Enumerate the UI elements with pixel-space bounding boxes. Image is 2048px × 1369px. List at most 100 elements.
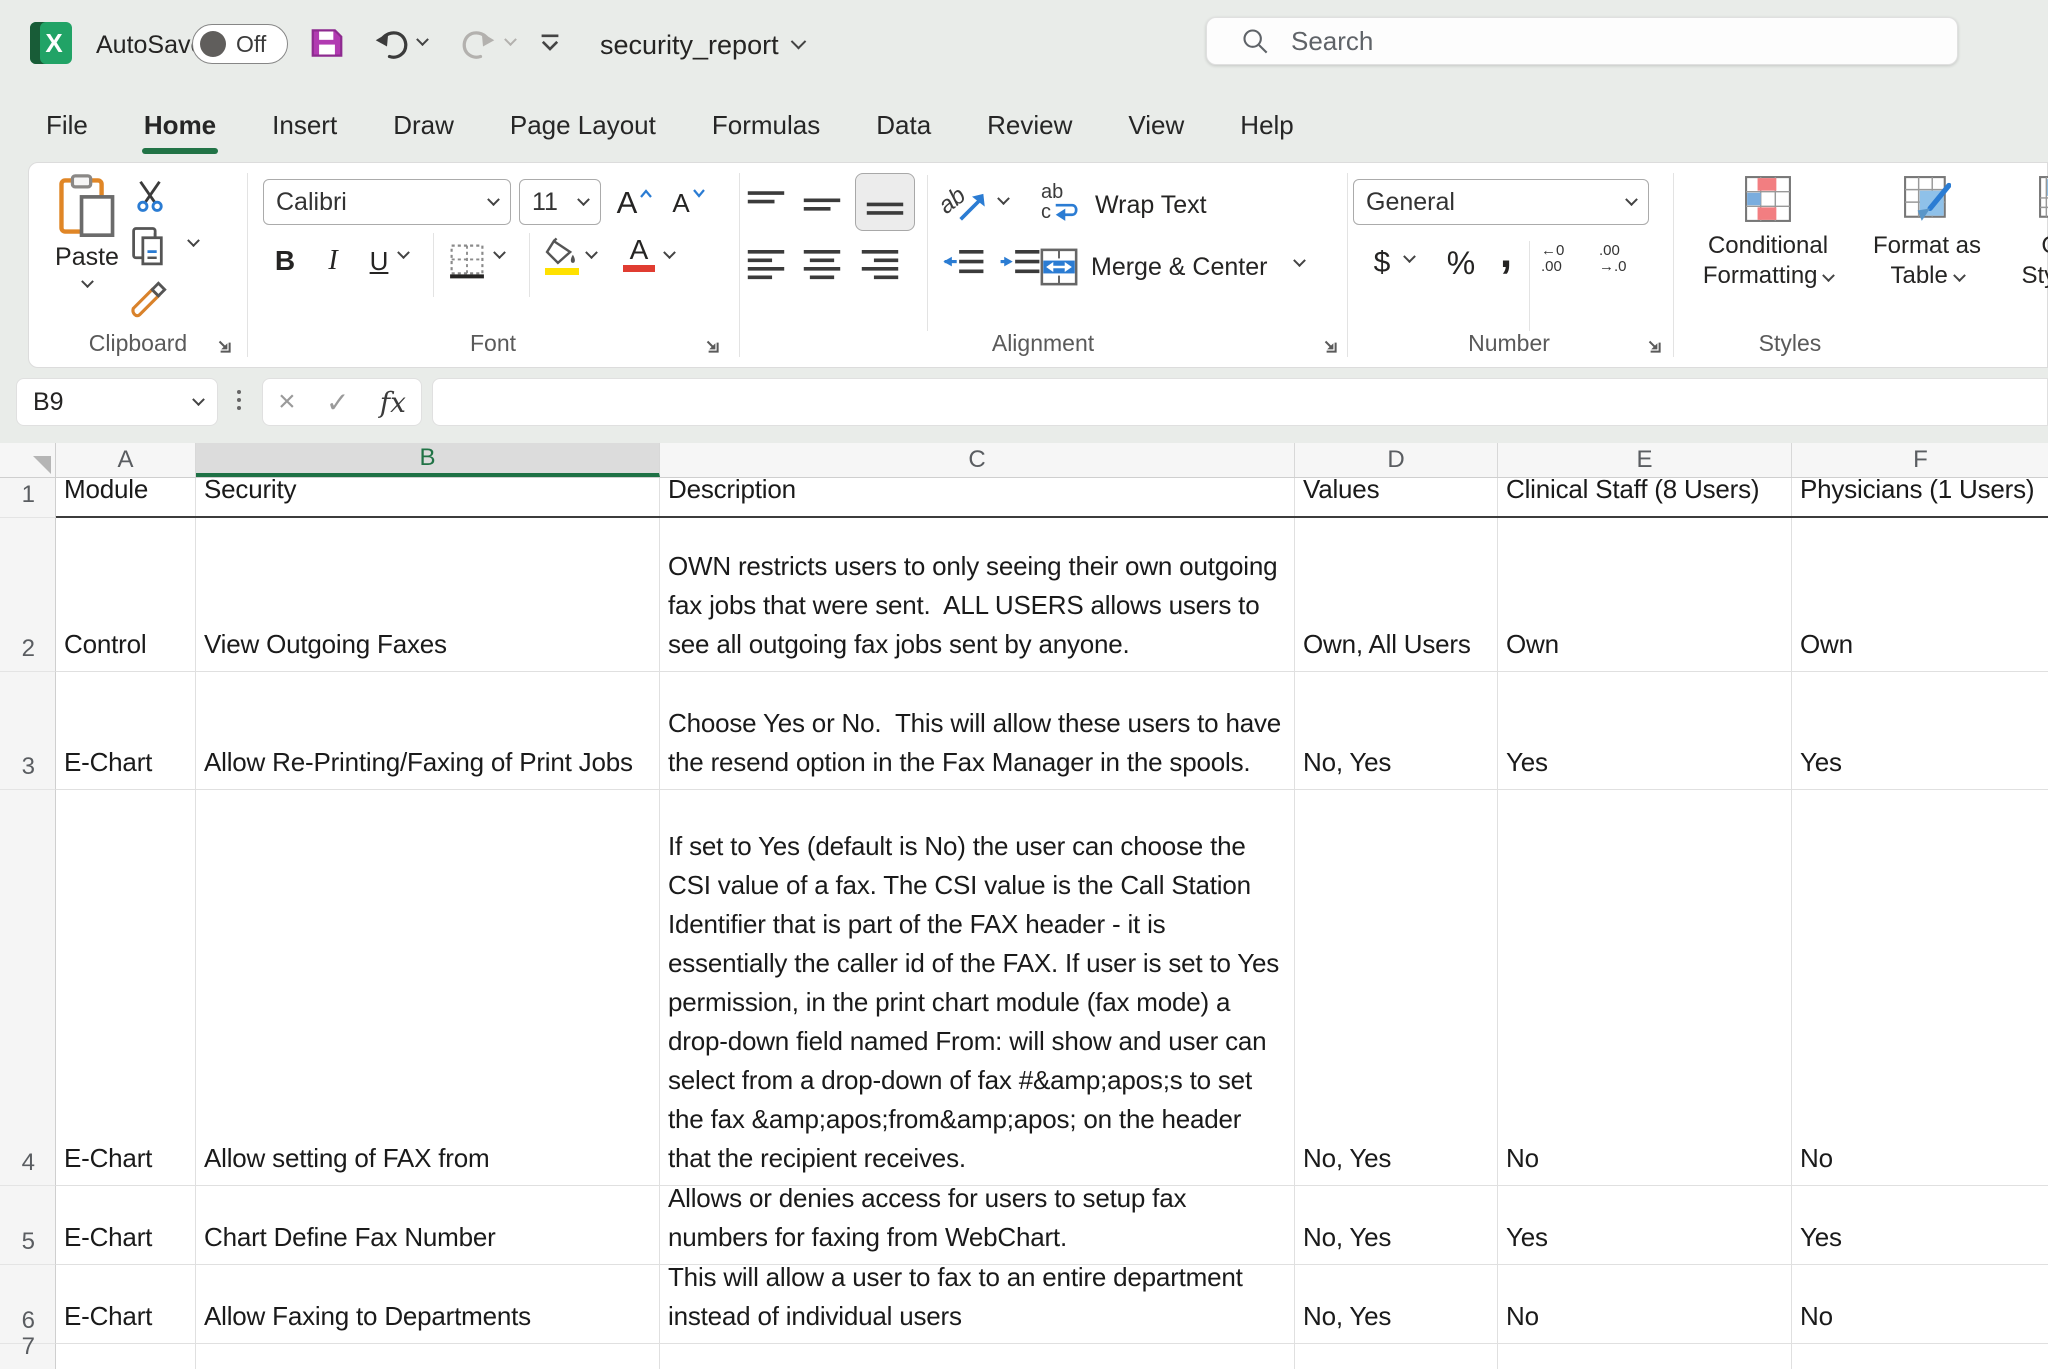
- cell-E7[interactable]: [1498, 1344, 1792, 1369]
- currency-dropdown[interactable]: [1405, 255, 1414, 264]
- merge-center-button[interactable]: Merge & Center: [1039, 247, 1267, 287]
- cell-C5[interactable]: Allows or denies access for users to set…: [660, 1186, 1295, 1264]
- decrease-decimal-button[interactable]: .00 →.0: [1599, 243, 1627, 275]
- column-header-F[interactable]: F: [1792, 443, 2048, 477]
- tab-review[interactable]: Review: [987, 110, 1072, 141]
- font-color-button[interactable]: A: [623, 235, 655, 272]
- increase-font-size-button[interactable]: A: [611, 181, 659, 225]
- save-button[interactable]: [308, 24, 346, 62]
- tab-view[interactable]: View: [1128, 110, 1184, 141]
- column-header-C[interactable]: C: [660, 443, 1295, 477]
- cell-D4[interactable]: No, Yes: [1295, 790, 1498, 1185]
- cell-B3[interactable]: Allow Re-Printing/Faxing of Print Jobs: [196, 672, 660, 789]
- cell-A3[interactable]: E-Chart: [56, 672, 196, 789]
- borders-dropdown[interactable]: [495, 251, 504, 260]
- insert-function-button[interactable]: fx: [380, 386, 406, 419]
- font-name-select[interactable]: Calibri: [263, 179, 511, 225]
- number-dialog-launcher[interactable]: [1645, 337, 1663, 355]
- cell-E1[interactable]: Clinical Staff (8 Users): [1498, 478, 1792, 516]
- alignment-dialog-launcher[interactable]: [1321, 337, 1339, 355]
- cell-C2[interactable]: OWN restricts users to only seeing their…: [660, 518, 1295, 671]
- tab-file[interactable]: File: [46, 110, 88, 141]
- top-align-button[interactable]: [745, 187, 787, 221]
- cell-D5[interactable]: No, Yes: [1295, 1186, 1498, 1264]
- tab-home[interactable]: Home: [144, 110, 216, 141]
- cell-A4[interactable]: E-Chart: [56, 790, 196, 1185]
- row-header-2[interactable]: 2: [0, 518, 56, 672]
- name-box[interactable]: B9: [16, 378, 218, 426]
- align-left-button[interactable]: [745, 247, 787, 281]
- increase-decimal-button[interactable]: ←0 .00: [1541, 243, 1564, 275]
- orientation-dropdown[interactable]: [999, 197, 1008, 206]
- redo-button[interactable]: [458, 24, 498, 64]
- cell-A1[interactable]: Module: [56, 478, 196, 516]
- bold-button[interactable]: B: [265, 239, 305, 283]
- cell-B4[interactable]: Allow setting of FAX from: [196, 790, 660, 1185]
- column-header-A[interactable]: A: [56, 443, 196, 477]
- document-title[interactable]: security_report: [600, 26, 804, 64]
- cell-B6[interactable]: Allow Faxing to Departments: [196, 1265, 660, 1343]
- tab-draw[interactable]: Draw: [393, 110, 454, 141]
- cell-C4[interactable]: If set to Yes (default is No) the user c…: [660, 790, 1295, 1185]
- cell-B7[interactable]: [196, 1344, 660, 1369]
- row-header-5[interactable]: 5: [0, 1186, 56, 1265]
- wrap-text-button[interactable]: ab c Wrap Text: [1039, 183, 1207, 227]
- cell-C7[interactable]: [660, 1344, 1295, 1369]
- undo-button[interactable]: [372, 24, 412, 64]
- underline-dropdown[interactable]: [399, 251, 408, 260]
- cell-A6[interactable]: E-Chart: [56, 1265, 196, 1343]
- orientation-button[interactable]: ab: [939, 183, 991, 225]
- select-all-button[interactable]: [0, 443, 56, 477]
- cell-E6[interactable]: No: [1498, 1265, 1792, 1343]
- middle-align-button[interactable]: [801, 187, 843, 221]
- cell-F7[interactable]: [1792, 1344, 2048, 1369]
- format-painter-button[interactable]: [127, 277, 171, 321]
- decrease-font-size-button[interactable]: A: [665, 181, 713, 225]
- search-input[interactable]: Search: [1206, 17, 1958, 65]
- number-format-select[interactable]: General: [1353, 179, 1649, 225]
- cell-E4[interactable]: No: [1498, 790, 1792, 1185]
- cell-D2[interactable]: Own, All Users: [1295, 518, 1498, 671]
- autosave-toggle[interactable]: Off: [192, 24, 288, 64]
- decrease-indent-button[interactable]: [941, 247, 987, 281]
- cell-A7[interactable]: [56, 1344, 196, 1369]
- currency-format-button[interactable]: $: [1365, 239, 1399, 287]
- cell-C3[interactable]: Choose Yes or No. This will allow these …: [660, 672, 1295, 789]
- tab-page-layout[interactable]: Page Layout: [510, 110, 656, 141]
- excel-logo-icon[interactable]: X: [30, 22, 72, 64]
- cell-B1[interactable]: Security: [196, 478, 660, 516]
- cell-C1[interactable]: Description: [660, 478, 1295, 516]
- cell-F3[interactable]: Yes: [1792, 672, 2048, 789]
- format-as-table-button[interactable]: Format as Table: [1857, 175, 1997, 291]
- cell-D3[interactable]: No, Yes: [1295, 672, 1498, 789]
- italic-button[interactable]: I: [315, 239, 351, 283]
- column-header-E[interactable]: E: [1498, 443, 1792, 477]
- row-header-1[interactable]: 1: [0, 478, 56, 518]
- tab-data[interactable]: Data: [876, 110, 931, 141]
- redo-dropdown[interactable]: [506, 38, 515, 47]
- cut-button[interactable]: [131, 177, 169, 215]
- center-button[interactable]: [801, 247, 843, 281]
- cell-F1[interactable]: Physicians (1 Users): [1792, 478, 2048, 516]
- column-header-B[interactable]: B: [196, 443, 660, 477]
- comma-format-button[interactable]: ,: [1491, 229, 1521, 277]
- cell-D1[interactable]: Values: [1295, 478, 1498, 516]
- column-header-D[interactable]: D: [1295, 443, 1498, 477]
- cell-styles-button[interactable]: Cell Styles: [2007, 175, 2048, 291]
- cell-D7[interactable]: [1295, 1344, 1498, 1369]
- cell-B5[interactable]: Chart Define Fax Number: [196, 1186, 660, 1264]
- conditional-formatting-button[interactable]: Conditional Formatting: [1689, 175, 1847, 291]
- tab-formulas[interactable]: Formulas: [712, 110, 820, 141]
- font-dialog-launcher[interactable]: [703, 337, 721, 355]
- cell-C6[interactable]: This will allow a user to fax to an enti…: [660, 1265, 1295, 1343]
- row-header-4[interactable]: 4: [0, 790, 56, 1186]
- align-right-button[interactable]: [859, 247, 901, 281]
- underline-button[interactable]: U: [359, 239, 399, 283]
- customize-quick-access-button[interactable]: [538, 30, 562, 56]
- cell-A2[interactable]: Control: [56, 518, 196, 671]
- enter-button[interactable]: ✓: [326, 386, 349, 419]
- fill-color-button[interactable]: [543, 237, 581, 275]
- undo-dropdown[interactable]: [418, 38, 427, 47]
- cell-F4[interactable]: No: [1792, 790, 2048, 1185]
- formula-input[interactable]: [432, 378, 2048, 426]
